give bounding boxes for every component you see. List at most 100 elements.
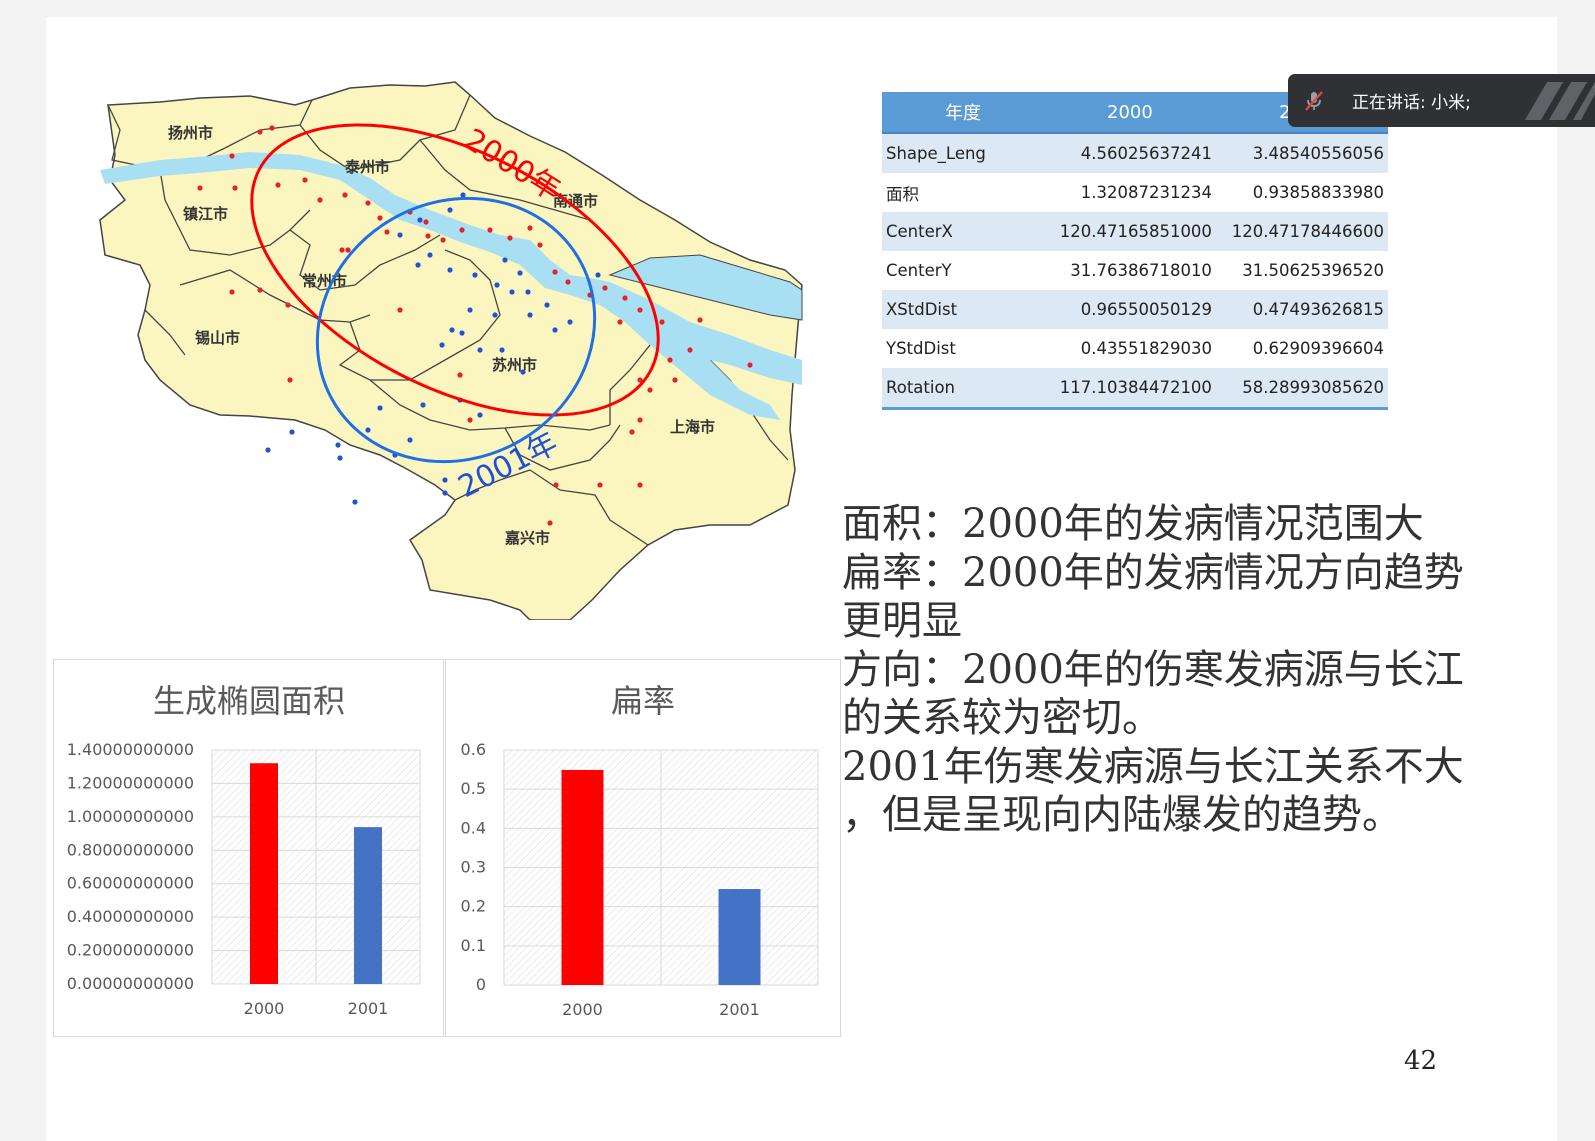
point-2000 xyxy=(659,319,665,325)
y-tick-label: 0 xyxy=(476,975,486,994)
map-figure: 扬州市 泰州市 南通市 镇江市 常州市 锡山市 苏州市 上海市 嘉兴市 2000… xyxy=(50,60,810,620)
y-tick-label: 1.40000000000 xyxy=(67,740,194,759)
city-label-zhenjiang: 镇江市 xyxy=(183,205,228,223)
point-2001 xyxy=(397,232,403,238)
column-header: 2000 xyxy=(1043,92,1216,134)
y-tick-label: 1.00000000000 xyxy=(67,807,194,826)
city-label-changzhou: 常州市 xyxy=(302,272,347,290)
point-2000 xyxy=(553,482,559,488)
y-tick-label: 0.5 xyxy=(461,779,486,798)
point-2000 xyxy=(467,417,473,423)
analysis-line: 面积：2000年的发病情况范围大 xyxy=(842,501,1424,547)
point-2000 xyxy=(457,372,463,378)
point-2001 xyxy=(567,319,573,325)
point-2000 xyxy=(365,200,371,206)
table-row: CenterX 120.47165851000 120.47178446600 xyxy=(882,212,1388,251)
point-2001 xyxy=(509,289,515,295)
point-2001 xyxy=(552,327,558,333)
bar-2000 xyxy=(561,769,604,985)
point-2001 xyxy=(460,192,466,198)
cell-2000: 120.47165851000 xyxy=(1043,212,1216,251)
table-row: YStdDist 0.43551829030 0.62909396604 xyxy=(882,329,1388,368)
point-2000 xyxy=(425,233,431,239)
point-2000 xyxy=(317,197,323,203)
point-2001 xyxy=(499,347,505,353)
point-2000 xyxy=(747,362,753,368)
point-2000 xyxy=(229,153,235,159)
y-tick-label: 0.80000000000 xyxy=(67,840,194,859)
mic-muted-icon[interactable] xyxy=(1302,89,1326,113)
point-2001 xyxy=(265,447,271,453)
chart-title: 生成椭圆面积 xyxy=(153,682,345,720)
row-label: 面积 xyxy=(882,173,1044,212)
point-2001 xyxy=(439,342,445,348)
point-2000 xyxy=(565,279,571,285)
city-label-yangzhou: 扬州市 xyxy=(168,124,213,142)
analysis-line: 的关系较为密切。 xyxy=(842,695,1162,741)
speaking-text: 正在讲话: 小米; xyxy=(1352,93,1471,113)
point-2001 xyxy=(517,270,523,276)
bar-2001 xyxy=(354,827,382,984)
city-label-suzhou: 苏州市 xyxy=(492,356,537,374)
point-2001 xyxy=(427,252,433,258)
bar-2000 xyxy=(250,763,278,984)
point-2000 xyxy=(687,347,693,353)
point-2000 xyxy=(547,520,553,526)
point-2000 xyxy=(602,285,608,291)
point-2000 xyxy=(637,482,643,488)
drag-handle-icon[interactable] xyxy=(1515,82,1595,120)
city-label-shanghai: 上海市 xyxy=(670,418,715,436)
point-2000 xyxy=(667,357,673,363)
row-label: Shape_Leng xyxy=(882,133,1044,173)
table-row: CenterY 31.76386718010 31.50625396520 xyxy=(882,251,1388,290)
y-tick-label: 0.2 xyxy=(461,897,486,916)
point-2000 xyxy=(537,242,543,248)
point-2001 xyxy=(449,327,455,333)
y-tick-label: 0.00000000000 xyxy=(67,974,194,993)
point-2000 xyxy=(697,317,703,323)
point-2000 xyxy=(487,227,493,233)
row-label: CenterX xyxy=(882,212,1044,251)
cell-2000: 117.10384472100 xyxy=(1043,368,1216,410)
cell-2001: 0.93858833980 xyxy=(1215,173,1388,212)
cell-2001: 58.28993085620 xyxy=(1215,368,1388,410)
point-2001 xyxy=(365,427,371,433)
point-2000 xyxy=(257,287,263,293)
point-2000 xyxy=(302,177,308,183)
cell-2000: 0.43551829030 xyxy=(1043,329,1216,368)
point-2000 xyxy=(339,247,345,253)
row-label: Rotation xyxy=(882,368,1044,410)
point-2001 xyxy=(442,477,448,483)
cell-2001: 120.47178446600 xyxy=(1215,212,1388,251)
y-tick-label: 0.1 xyxy=(461,936,486,955)
bar-2001 xyxy=(718,889,761,985)
table-row: Rotation 117.10384472100 58.28993085620 xyxy=(882,368,1388,410)
analysis-text: 面积：2000年的发病情况范围大 扁率：2000年的发病情况方向趋势 更明显 方… xyxy=(842,500,1492,840)
point-2000 xyxy=(527,225,533,231)
y-tick-label: 1.20000000000 xyxy=(67,773,194,792)
cell-2000: 0.96550050129 xyxy=(1043,290,1216,329)
point-2000 xyxy=(257,129,263,135)
chart-flattening: 扁率 0.6 0.5 0.4 0.3 0.2 0.1 0 2000 2001 xyxy=(445,659,841,1037)
point-2000 xyxy=(672,377,678,383)
column-header: 年度 xyxy=(882,92,1044,134)
point-2000 xyxy=(507,235,513,241)
map-svg: 扬州市 泰州市 南通市 镇江市 常州市 锡山市 苏州市 上海市 嘉兴市 2000… xyxy=(99,81,803,620)
x-tick-label: 2001 xyxy=(348,999,389,1018)
ellipse-stats-table: 年度 2000 2001 Shape_Leng 4.56025637241 3.… xyxy=(882,92,1388,410)
point-2000 xyxy=(342,192,348,198)
city-label-jiaxing: 嘉兴市 xyxy=(504,529,550,547)
chart-ellipse-area: 生成椭圆面积 1.40000000000 1.20000000000 1.00000… xyxy=(53,659,444,1037)
point-2000 xyxy=(552,269,558,275)
x-tick-label: 2000 xyxy=(562,1000,603,1019)
point-2001 xyxy=(377,405,383,411)
point-2000 xyxy=(459,227,465,233)
speaking-indicator[interactable]: 正在讲话: 小米; xyxy=(1288,74,1595,127)
point-2000 xyxy=(597,482,603,488)
cell-2001: 0.62909396604 xyxy=(1215,329,1388,368)
point-2001 xyxy=(494,282,500,288)
point-2000 xyxy=(397,307,403,313)
point-2001 xyxy=(417,217,423,223)
page-number: 42 xyxy=(1404,1046,1438,1076)
analysis-line: 2001年伤寒发病源与长江关系不大 xyxy=(842,743,1464,790)
